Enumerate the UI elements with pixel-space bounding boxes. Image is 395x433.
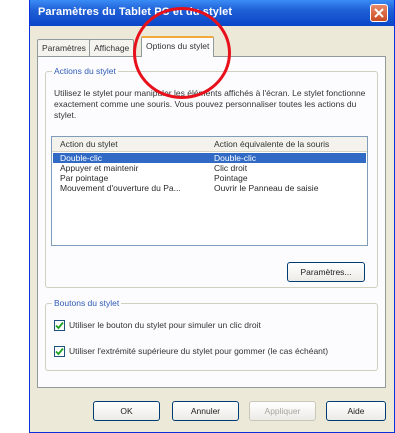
settings-button[interactable]: Paramètres... [287,262,365,282]
cancel-button[interactable]: Annuler [172,401,239,421]
pen-buttons-title: Boutons du stylet [52,298,122,308]
checkmark-icon [55,321,64,329]
ok-button[interactable]: OK [93,401,160,421]
checkmark-icon [55,347,64,355]
eraser-label: Utiliser l'extrémité supérieure du style… [69,346,329,356]
list-item-equivalent: Double-clic [214,153,257,163]
pen-actions-title: Actions du stylet [52,66,118,76]
pen-actions-group: Actions du stylet Utilisez le stylet pou… [45,66,378,288]
list-item[interactable]: Mouvement d'ouverture du Pa... Ouvrir le… [53,183,366,193]
tab-parametres[interactable]: Paramètres [37,39,91,56]
right-click-label: Utiliser le bouton du stylet pour simule… [69,320,261,330]
list-item[interactable]: Appuyer et maintenir Clic droit [53,163,366,173]
title-bar[interactable]: Paramètres du Tablet PC et du stylet [30,0,394,26]
close-button[interactable] [370,4,388,22]
window-title: Paramètres du Tablet PC et du stylet [38,6,233,18]
list-item-action: Par pointage [60,173,109,183]
pen-actions-description: Utilisez le stylet pour manipuler les él… [54,88,366,120]
column-header-action[interactable]: Action du stylet [60,139,118,149]
help-button[interactable]: Aide [326,401,386,421]
column-header-equivalent[interactable]: Action équivalente de la souris [214,139,329,149]
list-item-equivalent: Pointage [214,173,248,183]
list-item[interactable]: Double-clic Double-clic [53,153,366,163]
list-item-action: Appuyer et maintenir [60,163,139,173]
eraser-checkbox[interactable] [54,345,65,357]
apply-button[interactable]: Appliquer [249,401,316,421]
right-click-checkbox[interactable] [54,319,65,331]
list-item-equivalent: Ouvrir le Panneau de saisie [214,183,319,193]
list-item-equivalent: Clic droit [214,163,248,173]
tablet-settings-dialog: Paramètres du Tablet PC et du stylet Par… [29,0,395,433]
tab-options-du-stylet[interactable]: Options du stylet [141,36,215,57]
right-click-option[interactable]: Utiliser le bouton du stylet pour simule… [54,318,261,332]
tab-affichage[interactable]: Affichage [89,39,135,56]
list-item[interactable]: Par pointage Pointage [53,173,366,183]
eraser-option[interactable]: Utiliser l'extrémité supérieure du style… [54,344,328,358]
tab-panel: Actions du stylet Utilisez le stylet pou… [37,56,386,388]
list-header: Action du stylet Action équivalente de l… [52,137,367,152]
list-item-action: Double-clic [60,153,103,163]
pen-buttons-group: Boutons du stylet Utiliser le bouton du … [45,298,378,371]
list-item-action: Mouvement d'ouverture du Pa... [60,183,181,193]
pen-actions-list[interactable]: Action du stylet Action équivalente de l… [51,136,368,246]
close-icon [374,8,384,18]
